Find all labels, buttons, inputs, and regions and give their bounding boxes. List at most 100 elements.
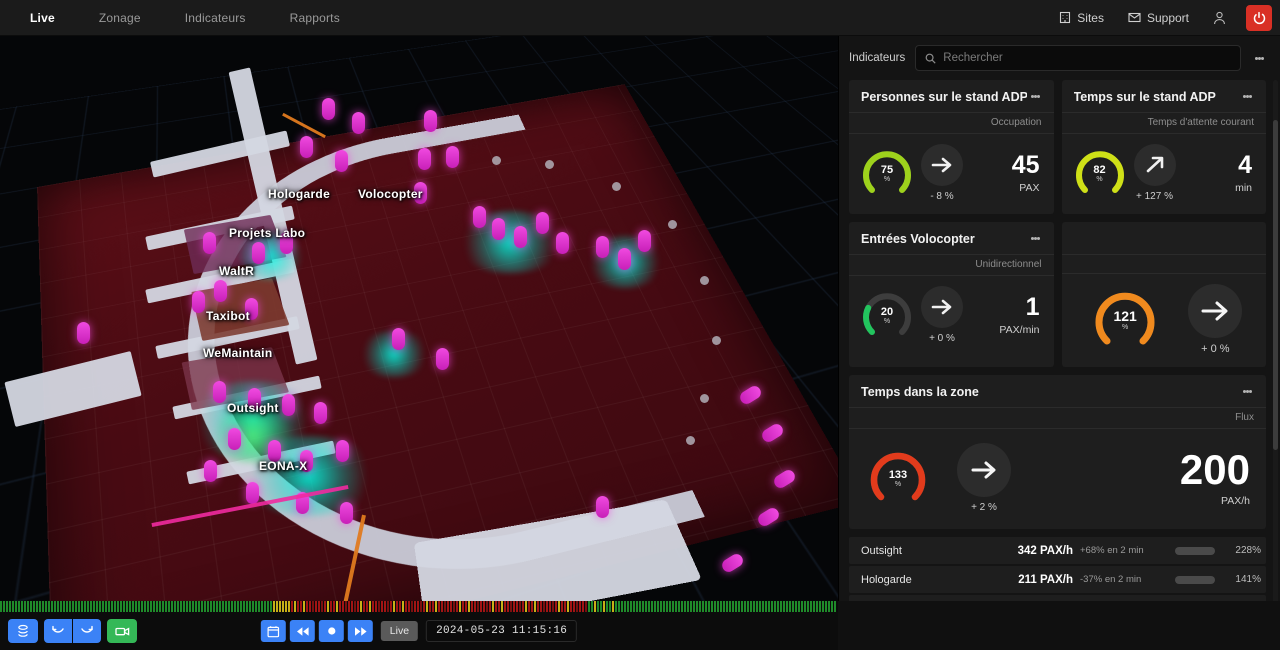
top-navigation-bar: Live Zonage Indicateurs Rapports Sites S… [0, 0, 1280, 36]
timeline-tick [231, 601, 233, 612]
indicators-panel: Indicateurs Rechercher Personnes sur le … [838, 36, 1280, 601]
timeline-tick [237, 601, 239, 612]
timeline-tick [666, 601, 668, 612]
logout-button[interactable] [1246, 5, 1272, 31]
timeline-tick [420, 601, 422, 612]
card-menu-button[interactable] [1239, 92, 1256, 102]
person-marker [492, 218, 505, 240]
card-menu-button[interactable] [1027, 234, 1044, 244]
card-subtitle: Flux [849, 407, 1266, 429]
card-header: Temps sur le stand ADP [1062, 80, 1267, 112]
timeline-tick [63, 601, 65, 612]
building-icon [1059, 11, 1071, 24]
search-input[interactable] [943, 52, 1231, 64]
nav-item-rapports[interactable]: Rapports [268, 1, 362, 35]
timeline-tick [210, 601, 212, 612]
sites-button[interactable]: Sites [1049, 5, 1114, 31]
timeline-tick [36, 601, 38, 612]
redo-button[interactable] [73, 619, 101, 643]
timeline-tick [741, 601, 743, 612]
kpi-value-group: 200 PAX/h [1180, 449, 1252, 507]
fast-forward-button[interactable] [348, 620, 373, 642]
timeline-tick [603, 601, 605, 612]
zone-delta: +68% en 2 min [1073, 545, 1165, 556]
support-label: Support [1147, 11, 1189, 25]
table-row[interactable]: Projets Labo 133 PAX/h -14% en 2 min 89% [849, 595, 1266, 601]
table-row[interactable]: Outsight 342 PAX/h +68% en 2 min 228% [849, 537, 1266, 564]
nav-item-zonage[interactable]: Zonage [77, 1, 163, 35]
timestamp-display[interactable]: 2024-05-23 11:15:16 [426, 620, 577, 642]
timeline-tick [189, 601, 191, 612]
timeline-tick [585, 601, 587, 612]
timeline-tick [657, 601, 659, 612]
live-map-viewport[interactable]: Hologarde Volocopter Projets Labo WaltR … [0, 36, 838, 601]
kpi-card-temps-dans-la-zone[interactable]: Temps dans la zone Flux 133 % + 2 % 200 … [849, 375, 1266, 529]
kpi-card-untitled[interactable]: 121 % + 0 % [1062, 222, 1267, 367]
trend-label: + 0 % [929, 333, 955, 344]
timeline-tick [417, 601, 419, 612]
timeline-tick [384, 601, 386, 612]
timeline-tick [789, 601, 791, 612]
nav-item-live[interactable]: Live [8, 1, 77, 35]
timeline-tick [273, 601, 275, 612]
timeline-tick [261, 601, 263, 612]
timeline-tick [6, 601, 8, 612]
timeline-tick [597, 601, 599, 612]
panel-menu-button[interactable] [1251, 53, 1268, 63]
arrow-right-icon [969, 458, 999, 482]
kpi-value-group: 45 PAX [1012, 153, 1042, 194]
timeline-tick [45, 601, 47, 612]
panel-scrollbar-thumb[interactable] [1273, 120, 1278, 450]
timeline-tick [720, 601, 722, 612]
camera-button[interactable] [107, 619, 137, 643]
panel-scroll-area[interactable]: Personnes sur le stand ADP Occupation 75… [839, 80, 1280, 601]
timeline-tick [147, 601, 149, 612]
card-menu-button[interactable] [1027, 92, 1044, 102]
timeline-tick [57, 601, 59, 612]
nav-item-indicateurs[interactable]: Indicateurs [163, 1, 268, 35]
card-menu-button[interactable] [1239, 387, 1256, 397]
timeline-tick [291, 601, 293, 612]
table-row[interactable]: Hologarde 211 PAX/h -37% en 2 min 141% [849, 566, 1266, 593]
kpi-card-temps-stand-adp[interactable]: Temps sur le stand ADP Temps d'attente c… [1062, 80, 1267, 214]
timeline-tick [213, 601, 215, 612]
support-button[interactable]: Support [1118, 5, 1199, 31]
person-marker [618, 248, 631, 270]
search-field[interactable] [915, 45, 1241, 71]
timeline-tick [444, 601, 446, 612]
flow-gauge: 133 % [867, 447, 929, 509]
kpi-card-personnes-stand-adp[interactable]: Personnes sur le stand ADP Occupation 75… [849, 80, 1054, 214]
timeline-tick [201, 601, 203, 612]
timeline-tick [102, 601, 104, 612]
panel-title: Indicateurs [849, 52, 905, 64]
timeline-tick [780, 601, 782, 612]
card-subtitle: Occupation [849, 112, 1054, 134]
person-marker [314, 402, 327, 424]
panel-scrollbar-track[interactable] [1273, 80, 1278, 601]
sensor-dot [686, 436, 695, 445]
kpi-value-group: 4 min [1235, 153, 1254, 194]
timeline-tick [543, 601, 545, 612]
timeline-tick [693, 601, 695, 612]
undo-button[interactable] [44, 619, 72, 643]
timeline-tick [390, 601, 392, 612]
calendar-button[interactable] [261, 620, 286, 642]
timeline-tick [480, 601, 482, 612]
timeline-tick [594, 601, 596, 612]
card-header [1062, 222, 1267, 254]
live-mode-button[interactable]: Live [381, 621, 418, 641]
timeline-tick [570, 601, 572, 612]
timeline-tick [342, 601, 344, 612]
activity-timeline[interactable] [0, 601, 838, 612]
user-account-button[interactable] [1203, 5, 1236, 31]
timeline-tick [642, 601, 644, 612]
kpi-card-entrees-volocopter[interactable]: Entrées Volocopter Unidirectionnel 20 % … [849, 222, 1054, 367]
layers-button[interactable] [8, 619, 38, 643]
gauge-value-group: 75 % [859, 145, 915, 201]
sensor-dot [492, 156, 501, 165]
kpi-value: 200 [1180, 449, 1250, 491]
record-button[interactable] [319, 620, 344, 642]
timeline-tick [567, 601, 569, 612]
rewind-button[interactable] [290, 620, 315, 642]
flow-card-row: Temps dans la zone Flux 133 % + 2 % 200 … [849, 375, 1266, 529]
